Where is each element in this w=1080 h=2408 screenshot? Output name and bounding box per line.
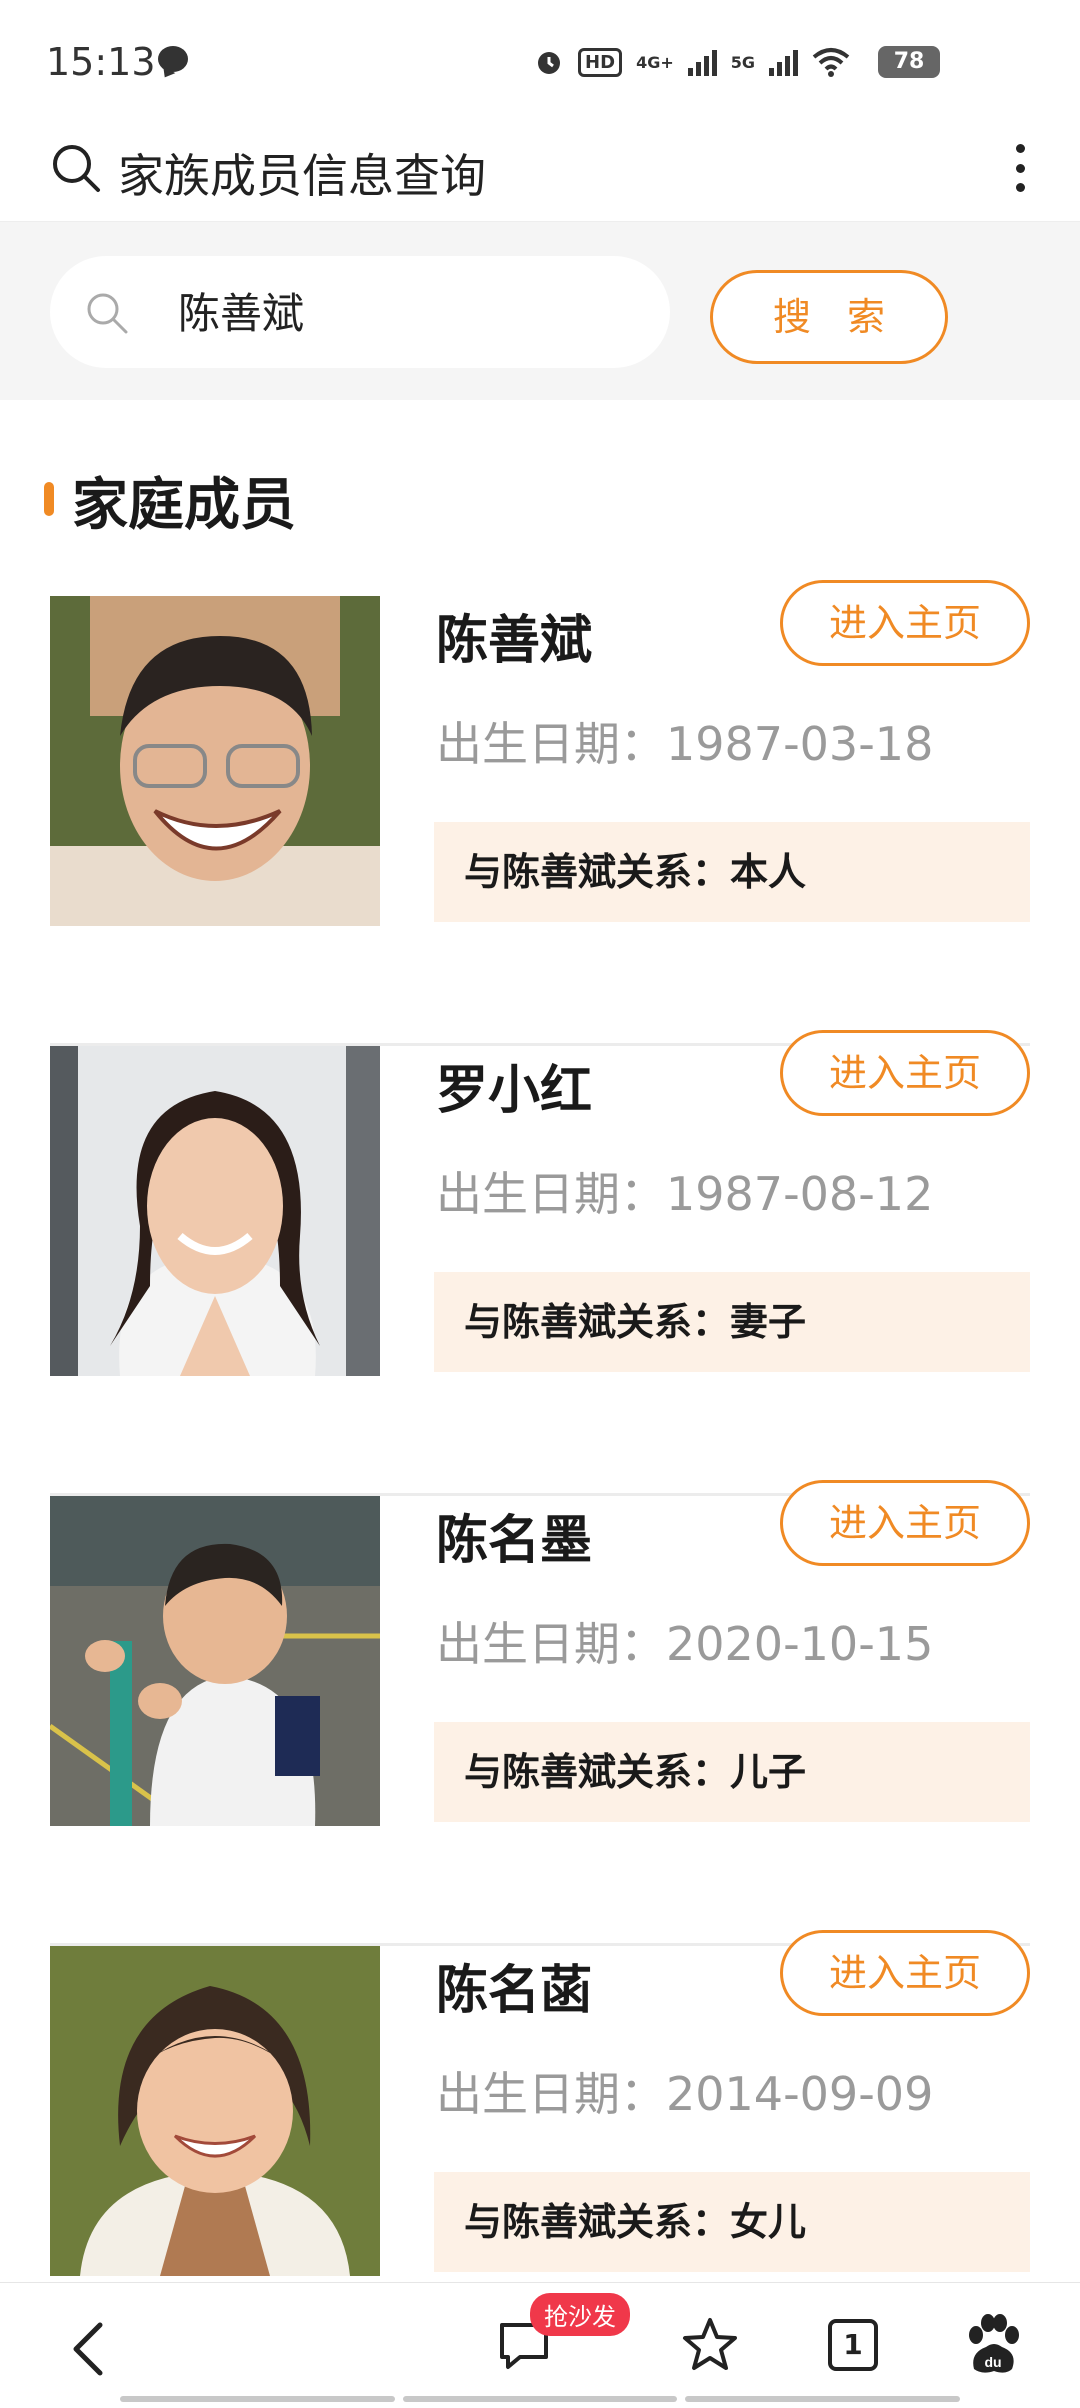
member-birth-date: 出生日期：2020-10-15: [436, 1617, 934, 1671]
section-accent-bar: [44, 482, 54, 516]
wifi-icon: [812, 48, 850, 77]
member-relation: 与陈善斌关系：女儿: [434, 2172, 1030, 2272]
svg-text:du: du: [984, 2354, 1001, 2370]
enter-homepage-button[interactable]: 进入主页: [780, 1930, 1030, 2016]
battery-indicator: 78: [878, 46, 940, 78]
member-birth-date: 出生日期：1987-08-12: [436, 1167, 934, 1221]
chat-notification-icon: [158, 46, 188, 72]
member-birth-date: 出生日期：2014-09-09: [436, 2067, 934, 2121]
search-icon[interactable]: [50, 142, 102, 194]
member-name: 陈善斌: [436, 611, 593, 671]
search-button[interactable]: 搜 索: [710, 270, 948, 364]
favorite-star-icon[interactable]: [680, 2315, 740, 2375]
status-bar: 15:13 HD 4G+ 5G 78: [0, 0, 1080, 128]
status-icons: HD 4G+ 5G: [534, 42, 850, 82]
member-photo[interactable]: [50, 1046, 380, 1376]
comment-badge: 抢沙发: [530, 2293, 630, 2336]
member-name: 陈名菡: [436, 1961, 593, 2021]
member-card: 罗小红 进入主页 出生日期：1987-08-12 与陈善斌关系：妻子: [50, 1030, 1030, 1496]
search-area: 搜 索: [0, 222, 1080, 400]
network-5g-label: 5G: [730, 52, 755, 72]
search-input[interactable]: [178, 286, 638, 334]
member-photo[interactable]: [50, 1946, 380, 2276]
member-relation: 与陈善斌关系：妻子: [434, 1272, 1030, 1372]
alarm-icon: [538, 52, 561, 74]
member-list: 陈善斌 进入主页 出生日期：1987-03-18 与陈善斌关系：本人 罗小红 进…: [50, 580, 1030, 2396]
search-icon: [87, 293, 128, 334]
member-birth-date: 出生日期：1987-03-18: [436, 717, 934, 771]
section-title: 家庭成员: [72, 473, 296, 538]
signal-5g-icon: [769, 48, 798, 76]
network-4g-label: 4G+: [636, 52, 674, 72]
signal-4g-icon: [687, 48, 717, 76]
member-relation: 与陈善斌关系：儿子: [434, 1722, 1030, 1822]
hd-badge: HD: [578, 47, 623, 77]
enter-homepage-button[interactable]: 进入主页: [780, 580, 1030, 666]
member-name: 罗小红: [436, 1061, 593, 1121]
baidu-paw-icon[interactable]: du: [962, 2313, 1024, 2377]
member-card: 陈名墨 进入主页 出生日期：2020-10-15 与陈善斌关系：儿子: [50, 1480, 1030, 1946]
more-menu-icon[interactable]: [1000, 138, 1040, 198]
search-box[interactable]: [50, 256, 670, 368]
enter-homepage-button[interactable]: 进入主页: [780, 1480, 1030, 1566]
back-icon[interactable]: [66, 2319, 110, 2379]
app-header: 家族成员信息查询: [0, 128, 1080, 222]
enter-homepage-button[interactable]: 进入主页: [780, 1030, 1030, 1116]
member-card: 陈善斌 进入主页 出生日期：1987-03-18 与陈善斌关系：本人: [50, 580, 1030, 1046]
status-time: 15:13: [46, 40, 156, 84]
member-photo[interactable]: [50, 1496, 380, 1826]
member-name: 陈名墨: [436, 1511, 593, 1571]
tabs-count-button[interactable]: 1: [828, 2319, 878, 2371]
member-photo[interactable]: [50, 596, 380, 926]
gesture-bar: [120, 2396, 961, 2402]
browser-bottom-bar: 抢沙发 1 du: [0, 2282, 1080, 2408]
member-relation: 与陈善斌关系：本人: [434, 822, 1030, 922]
page-title: 家族成员信息查询: [118, 149, 486, 203]
